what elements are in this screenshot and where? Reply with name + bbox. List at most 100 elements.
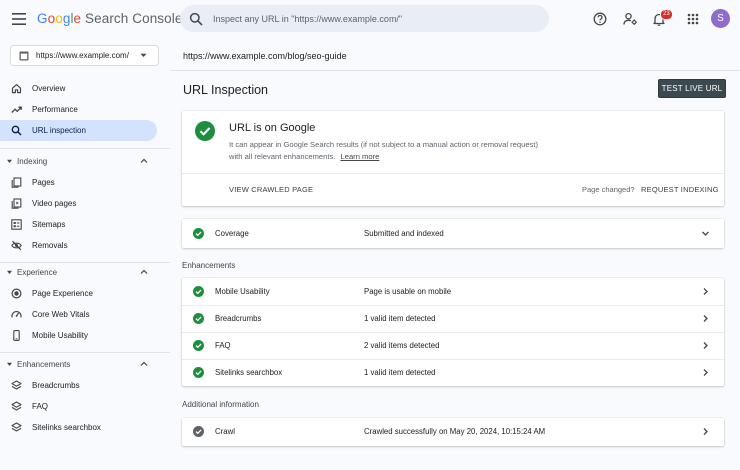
status-description-text: It can appear in Google Search results (… — [229, 140, 538, 161]
sidebar-item-removals[interactable]: Removals — [0, 235, 157, 256]
property-url: https://www.example.com/ — [36, 51, 129, 60]
sidebar-item-label: Sitemaps — [32, 220, 66, 229]
menu-icon[interactable] — [10, 10, 28, 28]
test-live-url-button[interactable]: TEST LIVE URL — [658, 79, 726, 98]
search-icon — [189, 12, 203, 25]
help-icon[interactable] — [591, 10, 609, 28]
chevron-right-icon — [703, 342, 708, 349]
row-label: Sitelinks searchbox — [215, 368, 283, 377]
coverage-card: Coverage Submitted and indexed — [182, 219, 724, 248]
row-value: Page is usable on mobile — [364, 287, 452, 296]
row-label: Breadcrumbs — [215, 314, 262, 323]
check-circle-icon — [193, 340, 204, 351]
sidebar-item-video-pages[interactable]: Video pages — [0, 193, 157, 214]
sidebar-item-label: Core Web Vitals — [32, 310, 90, 319]
notification-count-badge: 23 — [660, 9, 673, 20]
layers-icon — [11, 401, 22, 411]
layers-icon — [11, 422, 22, 432]
sidebar-section-title: Indexing — [17, 157, 48, 166]
sidebar-item-label: URL inspection — [32, 126, 86, 135]
enhancement-row-faq[interactable]: FAQ 2 valid items detected — [182, 332, 724, 359]
sidebar-item-label: Overview — [32, 84, 66, 93]
chevron-up-icon — [140, 361, 148, 366]
learn-more-link[interactable]: Learn more — [341, 152, 380, 161]
crawl-row[interactable]: Crawl Crawled successfully on May 20, 20… — [182, 418, 724, 445]
sidebar-item-faq[interactable]: FAQ — [0, 396, 157, 417]
page-changed-label: Page changed? — [582, 185, 635, 194]
row-value: 1 valid item detected — [364, 314, 436, 323]
sidebar-item-url-inspection[interactable]: URL inspection — [0, 120, 157, 141]
app-logo[interactable]: Google Search Console — [37, 11, 182, 26]
enhancement-row-breadcrumbs[interactable]: Breadcrumbs 1 valid item detected — [182, 305, 724, 332]
enhancements-heading: Enhancements — [182, 261, 236, 270]
sidebar: https://www.example.com/ Overview Perfor… — [0, 38, 170, 470]
header-divider — [170, 70, 740, 71]
sidebar-item-label: Pages — [32, 178, 55, 187]
sidebar-item-label: Performance — [32, 105, 78, 114]
row-value: Crawled successfully on May 20, 2024, 10… — [364, 427, 546, 436]
collapse-triangle-icon — [7, 159, 12, 163]
sidebar-item-overview[interactable]: Overview — [0, 78, 157, 99]
crawl-card: Crawl Crawled successfully on May 20, 20… — [182, 418, 724, 446]
additional-info-heading: Additional information — [182, 400, 259, 409]
sidebar-section-experience[interactable]: Experience — [0, 266, 157, 280]
sidebar-item-performance[interactable]: Performance — [0, 99, 157, 120]
index-status-card: URL is on Google It can appear in Google… — [182, 111, 724, 206]
logo-letter: e — [73, 11, 82, 26]
logo-letter: G — [37, 11, 48, 26]
speed-icon — [11, 310, 22, 318]
enhancement-row-mobile-usability[interactable]: Mobile Usability Page is usable on mobil… — [182, 278, 724, 305]
status-description: It can appear in Google Search results (… — [229, 139, 549, 163]
row-value: 2 valid items detected — [364, 341, 440, 350]
removals-icon — [11, 240, 22, 251]
website-icon — [19, 51, 29, 60]
request-indexing-button[interactable]: REQUEST INDEXING — [641, 185, 719, 194]
sidebar-item-label: FAQ — [32, 402, 49, 411]
avatar[interactable]: S — [711, 9, 730, 28]
status-title: URL is on Google — [229, 122, 316, 134]
check-circle-icon — [193, 286, 204, 297]
sidebar-item-mobile-usability[interactable]: Mobile Usability — [0, 325, 157, 346]
layers-icon — [11, 380, 22, 390]
caret-down-icon — [140, 53, 147, 57]
apps-grid-icon[interactable] — [684, 10, 702, 28]
check-circle-icon — [193, 367, 204, 378]
property-selector[interactable]: https://www.example.com/ — [10, 45, 159, 66]
video-icon — [11, 198, 22, 209]
check-circle-icon — [193, 313, 204, 324]
check-circle-icon — [193, 426, 204, 437]
collapse-triangle-icon — [7, 270, 12, 274]
chevron-up-icon — [140, 158, 148, 163]
top-app-bar: Google Search Console 23 S — [0, 0, 740, 38]
sidebar-divider — [0, 352, 170, 353]
sidebar-item-label: Mobile Usability — [32, 331, 89, 340]
page-title: URL Inspection — [183, 83, 268, 97]
sidebar-item-sitelinks-searchbox[interactable]: Sitelinks searchbox — [0, 417, 157, 438]
sitemap-icon — [11, 219, 22, 230]
pages-icon — [11, 177, 22, 188]
page-experience-icon — [11, 288, 22, 299]
sidebar-item-label: Breadcrumbs — [32, 381, 80, 390]
sidebar-section-title: Experience — [17, 268, 58, 277]
sidebar-item-sitemaps[interactable]: Sitemaps — [0, 214, 157, 235]
logo-letter: o — [55, 11, 63, 26]
manage-users-icon[interactable] — [621, 10, 639, 28]
card-divider — [182, 173, 724, 174]
sidebar-section-enhancements[interactable]: Enhancements — [0, 358, 157, 372]
sidebar-item-core-web-vitals[interactable]: Core Web Vitals — [0, 304, 157, 325]
chevron-up-icon — [140, 269, 148, 274]
url-inspect-search[interactable] — [180, 5, 549, 32]
coverage-row[interactable]: Coverage Submitted and indexed — [182, 220, 724, 247]
enhancement-row-sitelinks-searchbox[interactable]: Sitelinks searchbox 1 valid item detecte… — [182, 359, 724, 386]
sidebar-section-indexing[interactable]: Indexing — [0, 155, 157, 169]
sidebar-item-page-experience[interactable]: Page Experience — [0, 283, 157, 304]
row-label: Mobile Usability — [215, 287, 270, 296]
sidebar-item-label: Page Experience — [32, 289, 93, 298]
view-crawled-page-button[interactable]: VIEW CRAWLED PAGE — [229, 185, 313, 194]
collapse-triangle-icon — [7, 362, 12, 366]
sidebar-item-breadcrumbs[interactable]: Breadcrumbs — [0, 375, 157, 396]
sidebar-item-pages[interactable]: Pages — [0, 172, 157, 193]
chevron-down-icon — [702, 231, 709, 236]
row-label: Crawl — [215, 427, 235, 436]
search-input[interactable] — [213, 13, 533, 24]
